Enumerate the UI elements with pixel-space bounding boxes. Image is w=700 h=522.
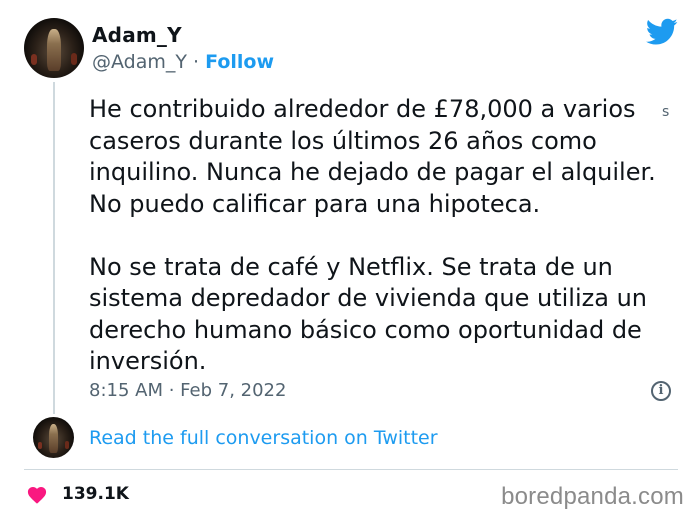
divider	[24, 469, 678, 470]
tweet-paragraph-2: No se trata de café y Netflix. Se trata …	[89, 252, 647, 376]
heart-icon[interactable]	[26, 484, 48, 504]
info-icon[interactable]: i	[651, 381, 671, 401]
thread-line	[53, 82, 55, 414]
boredpanda-watermark: boredpanda.com	[501, 483, 684, 510]
author-name[interactable]: Adam_Y	[92, 23, 182, 47]
tweet-body: He contribuido alrededor de £78,000 a va…	[89, 94, 669, 378]
author-handle[interactable]: @Adam_Y	[92, 51, 187, 73]
author-handle-row: @Adam_Y · Follow	[92, 51, 274, 73]
tweet-timestamp[interactable]: 8:15 AM · Feb 7, 2022	[89, 380, 286, 401]
side-mark: s	[662, 104, 670, 120]
like-count: 139.1K	[62, 484, 129, 504]
separator: ·	[193, 51, 200, 73]
tweet-paragraph-1: He contribuido alrededor de £78,000 a va…	[89, 95, 656, 218]
twitter-bird-icon[interactable]	[646, 18, 678, 46]
read-conversation-link[interactable]: Read the full conversation on Twitter	[89, 427, 438, 449]
author-avatar[interactable]	[24, 18, 84, 78]
follow-button[interactable]: Follow	[205, 51, 274, 73]
thread-avatar[interactable]	[33, 417, 74, 458]
